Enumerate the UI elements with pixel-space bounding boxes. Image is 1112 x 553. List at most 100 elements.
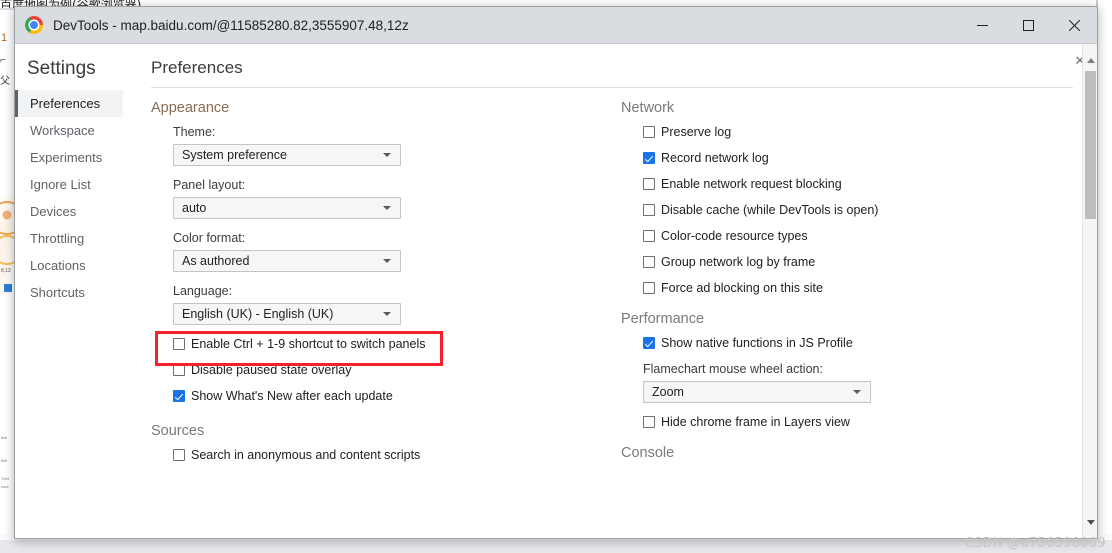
settings-heading: Settings <box>27 58 96 79</box>
background-map-label: 8,12 <box>1 268 11 274</box>
checkbox-icon <box>643 178 655 190</box>
sidebar-item-throttling[interactable]: Throttling <box>15 225 123 252</box>
checkbox-label: Enable Ctrl + 1-9 shortcut to switch pan… <box>191 337 426 351</box>
screen-root: 百度地图为例(谷歌浏览器) 1 ⌐ 父 8,12 fich fich Ther … <box>0 0 1112 553</box>
checkbox-color-code-resource-types[interactable]: Color-code resource types <box>643 229 1091 243</box>
flamechart-select-value: Zoom <box>652 385 684 399</box>
theme-label: Theme: <box>173 125 216 139</box>
window-title: DevTools - map.baidu.com/@11585280.82,35… <box>53 17 409 33</box>
chevron-down-icon <box>853 390 861 394</box>
background-right-gutter <box>1098 0 1112 540</box>
chevron-down-icon <box>383 206 391 210</box>
checkbox-label: Show native functions in JS Profile <box>661 336 853 350</box>
checkbox-icon <box>643 230 655 242</box>
left-column: Appearance Theme: System preference Pane… <box>151 100 621 508</box>
checkbox-icon <box>173 338 185 350</box>
checkbox-disable-cache[interactable]: Disable cache (while DevTools is open) <box>643 203 1091 217</box>
section-sources-heading: Sources <box>151 423 205 439</box>
checkbox-icon <box>173 364 185 376</box>
checkbox-icon <box>643 126 655 138</box>
checkbox-label: Enable network request blocking <box>661 177 842 191</box>
color-format-select[interactable]: As authored <box>173 250 401 272</box>
checkbox-icon <box>643 416 655 428</box>
checkbox-label: Disable paused state overlay <box>191 363 352 377</box>
scroll-down-arrow-icon[interactable] <box>1083 515 1097 530</box>
checkbox-checked-icon <box>643 337 655 349</box>
checkbox-enable-request-blocking[interactable]: Enable network request blocking <box>643 177 1091 191</box>
checkbox-label: Force ad blocking on this site <box>661 281 823 295</box>
checkbox-show-whats-new[interactable]: Show What's New after each update <box>173 389 621 403</box>
checkbox-record-network-log[interactable]: Record network log <box>643 151 1091 165</box>
settings-sidebar: Settings Preferences Workspace Experimen… <box>15 44 123 538</box>
checkbox-force-ad-blocking[interactable]: Force ad blocking on this site <box>643 281 1091 295</box>
section-console-heading: Console <box>621 445 675 461</box>
section-appearance-heading: Appearance <box>151 100 230 116</box>
sidebar-item-devices[interactable]: Devices <box>15 198 123 225</box>
sidebar-item-ignore-list[interactable]: Ignore List <box>15 171 123 198</box>
settings-panel: ✕ Settings Preferences Workspace Experim… <box>15 44 1097 538</box>
chrome-logo-icon <box>25 16 43 34</box>
scroll-up-arrow-icon[interactable] <box>1083 53 1097 68</box>
checkbox-hide-chrome-frame[interactable]: Hide chrome frame in Layers view <box>643 415 1091 429</box>
checkbox-label: Disable cache (while DevTools is open) <box>661 203 879 217</box>
flamechart-mouse-wheel-select[interactable]: Zoom <box>643 381 871 403</box>
minimize-button[interactable] <box>959 7 1005 43</box>
window-titlebar[interactable]: DevTools - map.baidu.com/@11585280.82,35… <box>15 7 1097 44</box>
background-glyph-b: 父 <box>0 76 10 87</box>
checkbox-preserve-log[interactable]: Preserve log <box>643 125 1091 139</box>
checkbox-icon <box>643 204 655 216</box>
language-select-value: English (UK) - English (UK) <box>182 307 334 321</box>
checkbox-show-native-functions[interactable]: Show native functions in JS Profile <box>643 336 1091 350</box>
scrollbar-thumb[interactable] <box>1085 71 1096 219</box>
language-label: Language: <box>173 284 233 298</box>
language-select[interactable]: English (UK) - English (UK) <box>173 303 401 325</box>
checkbox-icon <box>643 256 655 268</box>
color-format-select-value: As authored <box>182 254 250 268</box>
watermark: CSDN @a756598009 <box>964 536 1106 551</box>
checkbox-label: Hide chrome frame in Layers view <box>661 415 850 429</box>
chevron-down-icon <box>383 312 391 316</box>
right-column: Network Preserve log Record network log <box>621 100 1091 508</box>
panel-layout-select[interactable]: auto <box>173 197 401 219</box>
background-blue-chip-icon <box>4 284 12 292</box>
preferences-content: Preferences Appearance Theme: System pre… <box>123 44 1097 538</box>
background-fine-line: fich <box>1 435 8 440</box>
window-controls <box>959 7 1097 43</box>
chevron-down-icon <box>383 259 391 263</box>
background-line-number: 1 <box>1 32 8 44</box>
sidebar-item-shortcuts[interactable]: Shortcuts <box>15 279 123 306</box>
background-fine-line: core <box>1 484 9 489</box>
theme-select[interactable]: System preference <box>173 144 401 166</box>
sidebar-item-experiments[interactable]: Experiments <box>15 144 123 171</box>
background-glyph-a: ⌐ <box>0 55 6 66</box>
close-button[interactable] <box>1051 7 1097 43</box>
checkbox-search-anonymous-scripts[interactable]: Search in anonymous and content scripts <box>173 448 621 462</box>
checkbox-disable-paused-overlay[interactable]: Disable paused state overlay <box>173 363 621 377</box>
sidebar-item-workspace[interactable]: Workspace <box>15 117 123 144</box>
sidebar-item-locations[interactable]: Locations <box>15 252 123 279</box>
checkbox-icon <box>173 449 185 461</box>
background-fine-line: fich <box>1 458 8 463</box>
flamechart-label: Flamechart mouse wheel action: <box>643 362 823 376</box>
checkbox-label: Record network log <box>661 151 769 165</box>
sidebar-item-preferences[interactable]: Preferences <box>15 90 123 117</box>
settings-scrollbar[interactable] <box>1082 44 1097 538</box>
checkbox-enable-ctrl-shortcut[interactable]: Enable Ctrl + 1-9 shortcut to switch pan… <box>173 337 621 351</box>
background-map-thumbnail <box>0 195 14 295</box>
background-left-gutter: 1 ⌐ 父 8,12 fich fich Ther core <box>0 10 14 545</box>
checkbox-label: Group network log by frame <box>661 255 816 269</box>
checkbox-group-network-log-by-frame[interactable]: Group network log by frame <box>643 255 1091 269</box>
checkbox-checked-icon <box>643 152 655 164</box>
page-title: Preferences <box>151 58 243 77</box>
panel-layout-label: Panel layout: <box>173 178 246 192</box>
section-network-heading: Network <box>621 100 675 116</box>
devtools-window: DevTools - map.baidu.com/@11585280.82,35… <box>14 6 1098 539</box>
checkbox-label: Show What's New after each update <box>191 389 393 403</box>
color-format-label: Color format: <box>173 231 246 245</box>
panel-layout-select-value: auto <box>182 201 207 215</box>
chevron-down-icon <box>383 153 391 157</box>
background-fine-line: Ther <box>1 476 10 481</box>
maximize-button[interactable] <box>1005 7 1051 43</box>
checkbox-label: Color-code resource types <box>661 229 808 243</box>
checkbox-label: Search in anonymous and content scripts <box>191 448 421 462</box>
